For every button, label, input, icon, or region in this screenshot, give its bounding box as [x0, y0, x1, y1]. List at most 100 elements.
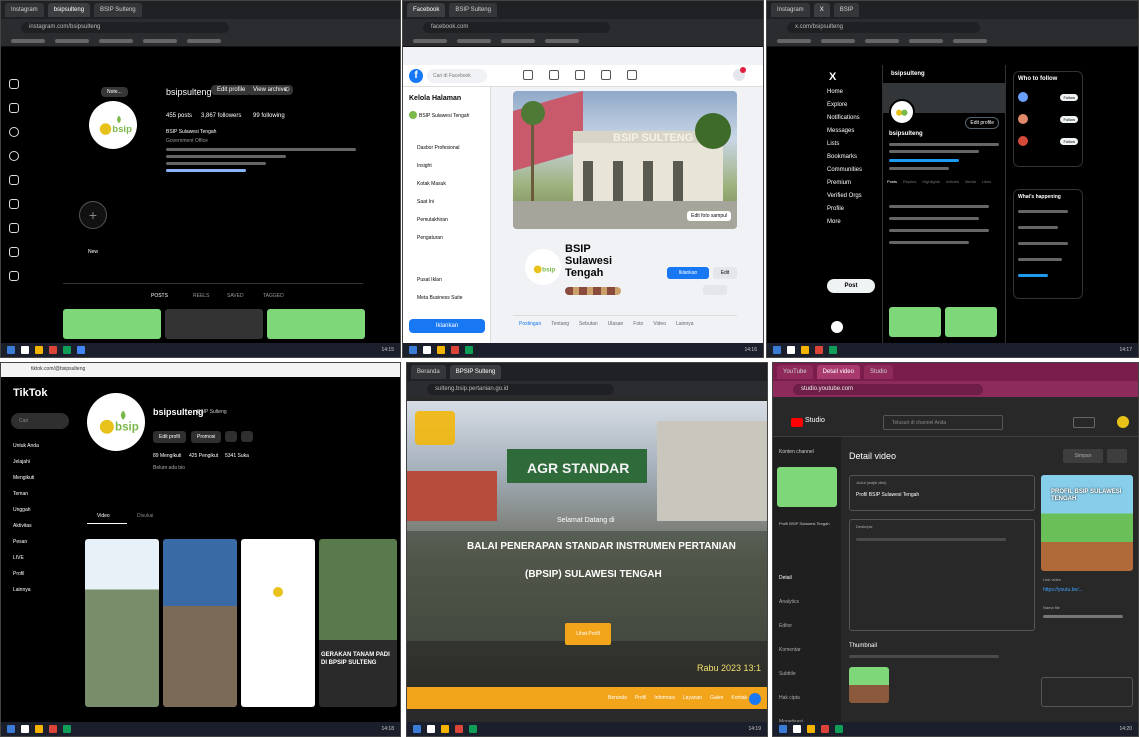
description-field[interactable]: Deskripsi: [849, 519, 1035, 631]
url-field[interactable]: sulteng.bsip.pertanian.go.id: [427, 383, 614, 395]
tiktok-logo[interactable]: TikTok: [13, 387, 47, 399]
nav-comments[interactable]: Komentar: [779, 647, 803, 653]
save-button[interactable]: Simpan: [1063, 449, 1103, 463]
post-button[interactable]: Post: [827, 279, 875, 293]
browser-tab[interactable]: BSIP Sulteng: [94, 3, 142, 17]
nav-lists[interactable]: Lists: [827, 141, 862, 147]
search-input[interactable]: Telusuri di channel Anda: [883, 415, 1003, 430]
note-bubble[interactable]: Note...: [101, 87, 128, 97]
browser-tab[interactable]: YouTube: [777, 365, 813, 379]
facebook-icon[interactable]: f: [409, 69, 423, 83]
edit-profile-button[interactable]: Edit profile: [211, 85, 252, 95]
tab-reviews[interactable]: Ulasan: [608, 321, 624, 327]
browser-tab[interactable]: Instagram: [771, 3, 810, 17]
profile-avatar[interactable]: [889, 99, 915, 125]
promote-button[interactable]: Promosi: [191, 431, 222, 443]
sidebar-item[interactable]: Insight: [417, 163, 432, 169]
follow-button[interactable]: Follow: [1060, 116, 1078, 123]
browser-tab[interactable]: X: [813, 3, 830, 17]
nav-following[interactable]: Mengikuti: [13, 475, 39, 481]
url-field[interactable]: instagram.com/bsipsulteng: [21, 21, 230, 33]
edit-button[interactable]: Edit: [713, 267, 737, 279]
stat-posts[interactable]: 455 posts: [166, 113, 192, 119]
browser-tab[interactable]: Beranda: [411, 365, 446, 379]
tab-posts[interactable]: POSTS: [151, 293, 168, 299]
cover-photo[interactable]: BSIP SULTENG Edit foto sampul: [513, 91, 737, 229]
nav-upload[interactable]: Unggah: [13, 507, 39, 513]
url-field[interactable]: tiktok.com/@bsipsulteng: [31, 366, 85, 372]
nav-verified-orgs[interactable]: Verified Orgs: [827, 193, 862, 199]
browser-tab[interactable]: Instagram: [5, 3, 44, 17]
footer-link[interactable]: Beranda: [608, 695, 627, 701]
sidebar-item[interactable]: Dasbor Profesional: [417, 145, 460, 151]
post-thumbnail[interactable]: [63, 309, 161, 339]
nav-explore[interactable]: Explore: [827, 102, 862, 108]
nav-friends[interactable]: Teman: [13, 491, 39, 497]
instagram-icon[interactable]: [9, 79, 19, 89]
menu-icon[interactable]: [9, 271, 19, 281]
browser-tab[interactable]: BSIP: [833, 3, 860, 17]
profile-avatar[interactable]: bsip: [89, 101, 137, 149]
post-thumbnail[interactable]: [165, 309, 263, 339]
stat-followers[interactable]: 425 Pengikut: [189, 453, 218, 459]
nav-more[interactable]: Lainnya: [13, 587, 39, 593]
side-page-name[interactable]: BSIP Sulawesi Tengah: [419, 113, 469, 119]
browser-tab[interactable]: BPSIP Sulteng: [449, 365, 502, 379]
home-icon[interactable]: [523, 70, 533, 80]
stat-followers[interactable]: 3,867 followers: [201, 113, 241, 119]
edit-cover-button[interactable]: Edit foto sampul: [687, 211, 731, 221]
nav-profile[interactable]: Profil: [13, 571, 39, 577]
reels-icon[interactable]: [9, 175, 19, 185]
nav-bookmarks[interactable]: Bookmarks: [827, 154, 862, 160]
account-avatar[interactable]: [831, 321, 843, 333]
nav-activity[interactable]: Aktivitas: [13, 523, 39, 529]
nav-communities[interactable]: Communities: [827, 167, 862, 173]
sidebar-item[interactable]: Pemutakhiran: [417, 217, 448, 223]
tab-videos[interactable]: Video: [653, 321, 666, 327]
marketplace-icon[interactable]: [575, 70, 585, 80]
video-preview[interactable]: PROFIL BSIP SULAWESI TENGAH: [1041, 475, 1133, 571]
nav-details[interactable]: Detail: [779, 575, 803, 581]
gaming-icon[interactable]: [627, 70, 637, 80]
groups-icon[interactable]: [601, 70, 611, 80]
advertise-button[interactable]: Iklankan: [667, 267, 709, 279]
stat-following[interactable]: 99 following: [253, 113, 285, 119]
tab-posts[interactable]: Posts: [887, 179, 897, 184]
settings-icon[interactable]: ○: [284, 84, 290, 95]
tab-posts[interactable]: Postingan: [519, 321, 541, 327]
more-button[interactable]: [703, 285, 727, 295]
tab-tagged[interactable]: TAGGED: [263, 293, 284, 299]
search-icon[interactable]: [9, 127, 19, 137]
explore-icon[interactable]: [9, 151, 19, 161]
video-thumbnail[interactable]: GERAKAN TANAM PADI DI BPSIP SULTENG: [319, 539, 397, 707]
sidebar-item[interactable]: Pengaturan: [417, 235, 443, 241]
account-avatar[interactable]: [1117, 416, 1129, 428]
footer-link[interactable]: Layanan: [683, 695, 702, 701]
heart-icon[interactable]: [9, 223, 19, 233]
browser-tab[interactable]: Studio: [863, 365, 893, 379]
sidebar-item[interactable]: Saat Ini: [417, 199, 434, 205]
video-preview-small[interactable]: [777, 467, 837, 507]
nav-analytics[interactable]: Analytics: [779, 599, 803, 605]
title-field[interactable]: Judul (wajib diisi) Profil BSIP Sulawesi…: [849, 475, 1035, 511]
nav-more[interactable]: More: [827, 219, 862, 225]
nav-explore[interactable]: Jelajahi: [13, 459, 39, 465]
tab-about[interactable]: Tentang: [551, 321, 569, 327]
video-thumbnail[interactable]: [241, 539, 315, 707]
browser-tab[interactable]: BSIP Sulteng: [449, 3, 497, 17]
tweet-image[interactable]: [889, 307, 941, 337]
search-input[interactable]: Cari di Facebook: [427, 69, 487, 83]
tab-liked[interactable]: Disukai: [137, 513, 153, 519]
sidebar-item[interactable]: Pusat Iklan: [417, 277, 442, 283]
browser-tab[interactable]: Detail video: [816, 365, 860, 379]
sidebar-item[interactable]: Meta Business Suite: [417, 295, 463, 301]
x-logo-icon[interactable]: X: [829, 71, 836, 83]
messages-icon[interactable]: [9, 199, 19, 209]
video-thumbnail[interactable]: [85, 539, 159, 707]
sidebar-item[interactable]: Kotak Masuk: [417, 181, 446, 187]
follow-button[interactable]: Follow: [1060, 138, 1078, 145]
tab-articles[interactable]: Articles: [946, 179, 959, 184]
video-link[interactable]: https://youtu.be/...: [1043, 587, 1083, 593]
settings-icon[interactable]: [225, 431, 237, 442]
video-icon[interactable]: [549, 70, 559, 80]
